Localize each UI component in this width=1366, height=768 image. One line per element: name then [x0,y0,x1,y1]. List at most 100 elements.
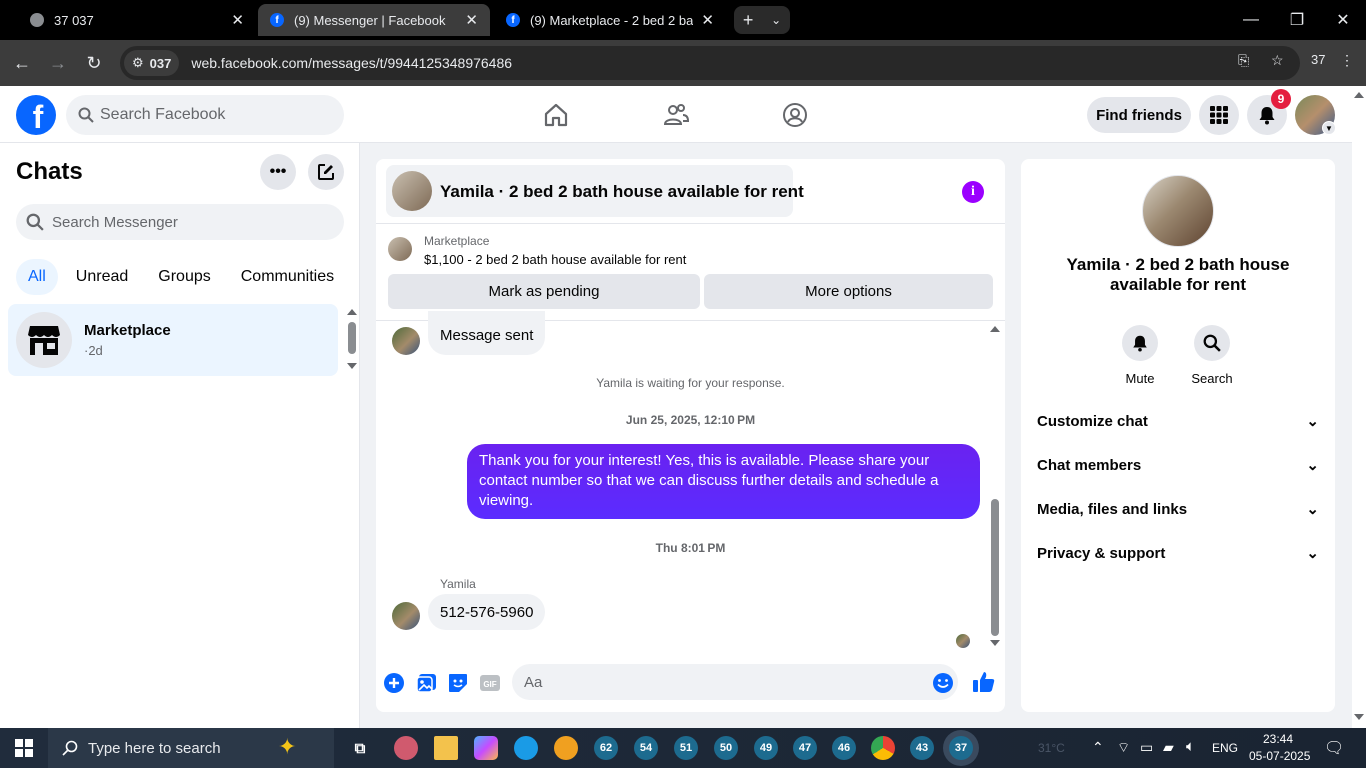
network-icon[interactable]: ⌔ [1117,739,1130,757]
close-tab-icon[interactable]: ✕ [231,11,244,29]
app-icon[interactable] [554,736,578,760]
facebook-logo-icon[interactable]: f [16,95,56,135]
copilot-sparkle-icon[interactable]: ✦ [278,734,296,760]
site-info-chip[interactable]: ⚙ 037 [124,50,180,76]
search-in-conversation-button[interactable]: Search [1182,325,1242,386]
forward-icon[interactable]: → [46,51,70,75]
chat-list-scrollbar[interactable] [346,309,357,369]
omnibox[interactable]: ⚙ 037 web.facebook.com/messages/t/994412… [120,46,1300,80]
taskbar-app-37[interactable]: 37 [949,736,973,760]
emoji-icon[interactable] [932,672,954,694]
conversation-header[interactable]: Yamila · 2 bed 2 bath house available fo… [386,165,804,217]
scroll-down-icon[interactable] [1354,714,1364,720]
friends-icon[interactable] [662,101,690,129]
more-options-button[interactable]: More options [704,274,993,309]
scroll-up-icon[interactable] [347,309,357,315]
incoming-message-bubble[interactable]: 512-576-5960 [428,594,546,630]
conversation-scrollbar[interactable] [989,324,1001,650]
clock-date[interactable]: 05-07-2025 [1249,749,1310,763]
filter-all[interactable]: All [16,259,58,295]
menu-grid-button[interactable] [1199,95,1239,135]
browser-tab-1[interactable]: 37 037 ✕ [18,4,256,36]
app-icon[interactable] [394,736,418,760]
listing-thumbnail[interactable] [388,237,412,261]
new-message-button[interactable] [308,154,344,190]
page-scrollbar[interactable] [1352,86,1366,728]
taskbar-app-47[interactable]: 47 [793,736,817,760]
profile-counter[interactable]: 37 [1311,52,1325,67]
section-media-files-links[interactable]: Media, files and links ⌄ [1037,497,1319,521]
chats-options-button[interactable]: ••• [260,154,296,190]
scroll-down-icon[interactable] [990,640,1000,646]
taskbar-app-51[interactable]: 51 [674,736,698,760]
edge-icon[interactable] [514,736,538,760]
photo-icon[interactable] [416,672,438,694]
taskbar-app-49[interactable]: 49 [754,736,778,760]
close-tab-icon[interactable]: ✕ [465,11,478,29]
file-explorer-icon[interactable] [434,736,458,760]
copilot-icon[interactable] [474,736,498,760]
taskbar-app-54[interactable]: 54 [634,736,658,760]
show-hidden-icons-icon[interactable]: ⌃ [1092,739,1104,756]
find-friends-button[interactable]: Find friends [1087,97,1191,133]
close-tab-icon[interactable]: ✕ [701,11,714,29]
messenger-search-input[interactable]: Search Messenger [16,204,344,240]
clock-time[interactable]: 23:44 [1263,732,1293,746]
taskbar-app-62[interactable]: 62 [594,736,618,760]
scroll-down-icon[interactable] [347,363,357,369]
minimize-icon[interactable]: — [1228,0,1274,40]
new-tab-icon[interactable]: + [743,10,754,31]
reload-icon[interactable]: ↻ [82,51,106,75]
mute-button[interactable]: Mute [1110,325,1170,386]
filter-groups[interactable]: Groups [146,259,222,295]
filter-communities[interactable]: Communities [229,259,346,295]
conversation-info-avatar[interactable] [1142,175,1214,247]
facebook-search-input[interactable]: Search Facebook [66,95,344,135]
back-icon[interactable]: ← [10,51,34,75]
chrome-icon[interactable] [871,736,895,760]
scroll-up-icon[interactable] [1354,92,1364,98]
sender-avatar[interactable] [392,602,420,630]
section-customize-chat[interactable]: Customize chat ⌄ [1037,409,1319,433]
taskbar-app-43[interactable]: 43 [910,736,934,760]
outgoing-message-bubble[interactable]: Thank you for your interest! Yes, this i… [467,444,980,519]
chat-list-item[interactable]: Marketplace ·2d [8,304,338,376]
gif-icon[interactable]: GIF [479,672,501,694]
info-icon[interactable]: i [962,181,984,203]
browser-menu-icon[interactable]: ⋮ [1340,52,1354,69]
browser-tab-3[interactable]: f (9) Marketplace - 2 bed 2 bath h ✕ [494,4,726,36]
home-icon[interactable] [542,101,570,129]
mark-as-pending-button[interactable]: Mark as pending [388,274,700,309]
section-privacy-support[interactable]: Privacy & support ⌄ [1037,541,1319,565]
sender-avatar[interactable] [392,327,420,355]
battery-icon[interactable]: ▰ [1163,739,1174,756]
message-composer-input[interactable]: Aa [512,664,958,700]
scrollbar-thumb[interactable] [991,499,999,636]
close-window-icon[interactable]: ✕ [1320,0,1366,40]
taskbar-app-46[interactable]: 46 [832,736,856,760]
tab-list-chevron-icon[interactable]: ⌄ [771,13,781,27]
sticker-icon[interactable] [447,672,469,694]
language-indicator[interactable]: ENG [1212,741,1238,755]
add-attachment-icon[interactable] [383,672,405,694]
windows-start-icon[interactable] [15,739,33,757]
filter-unread[interactable]: Unread [64,259,140,295]
browser-tab-2[interactable]: f (9) Messenger | Facebook ✕ [258,4,490,36]
notification-center-icon[interactable]: 🗨︎ [1324,738,1344,758]
bookmark-star-icon[interactable]: ☆ [1271,52,1284,69]
task-view-icon[interactable]: ⧉ [348,736,372,760]
meet-icon[interactable]: ▭ [1140,739,1153,756]
account-chevron-down-icon[interactable]: ▼ [1322,121,1336,135]
taskbar-search-input[interactable]: Type here to search ✦ [48,728,334,768]
listing-title[interactable]: $1,100 - 2 bed 2 bath house available fo… [424,252,686,267]
like-icon[interactable] [972,670,996,694]
scrollbar-thumb[interactable] [348,322,356,354]
install-app-icon[interactable]: ⎘ [1238,52,1249,69]
volume-icon[interactable]: 🔈︎ [1186,738,1195,755]
scroll-up-icon[interactable] [990,326,1000,332]
weather-text[interactable]: 31°C [1038,741,1065,755]
taskbar-app-50[interactable]: 50 [714,736,738,760]
restore-icon[interactable]: ❐ [1274,0,1320,40]
section-chat-members[interactable]: Chat members ⌄ [1037,453,1319,477]
groups-icon[interactable] [781,101,809,129]
